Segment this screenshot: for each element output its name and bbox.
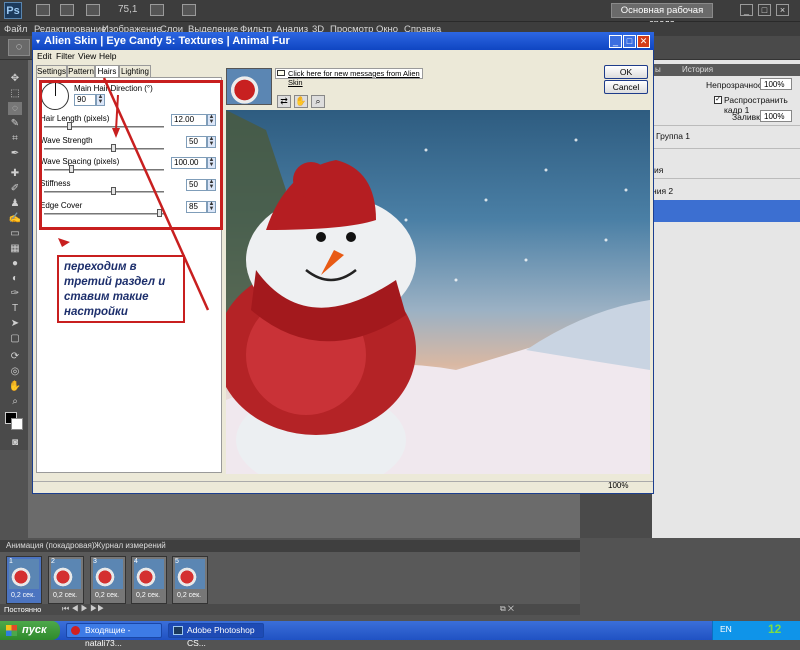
frame-thumbnail [175,559,205,589]
frame-actions-icon[interactable]: ⧉ ✕ [500,604,514,614]
language-indicator[interactable]: EN [720,624,732,634]
frame-delay[interactable]: 0,2 сек. [177,592,201,599]
frame-number: 3 [93,558,97,565]
task-inbox[interactable]: Входящие - natali73... [66,623,162,648]
animation-frame[interactable]: 4 0,2 сек. [131,556,167,604]
animation-frame[interactable]: 2 0,2 сек. [48,556,84,604]
tab-animation[interactable]: Анимация (покадровая) [6,541,95,550]
annotation-text: переходим в третий раздел и ставим такие… [64,261,166,318]
frame-thumbnail [93,559,123,589]
frame-delay[interactable]: 0,2 сек. [11,592,35,599]
clock[interactable]: 12 [768,622,781,636]
frame-thumbnail [134,559,164,589]
frame-delay[interactable]: 0,2 сек. [95,592,119,599]
frame-number: 5 [175,558,179,565]
frame-thumbnail [9,559,39,589]
opera-icon [71,626,80,635]
tab-measurement-log[interactable]: Журнал измерений [94,541,166,550]
animation-frame[interactable]: 1 0,2 сек. [6,556,42,604]
frame-delay[interactable]: 0,2 сек. [53,592,77,599]
playback-controls-icon[interactable]: ⏮ ◀ ▶ ▶▶ [62,604,104,614]
frame-number: 4 [134,558,138,565]
frame-number: 2 [51,558,55,565]
animation-frame[interactable]: 5 0,2 сек. [172,556,208,604]
photoshop-task-icon [173,626,183,635]
windows-flag-icon [6,625,17,636]
animation-frame[interactable]: 3 0,2 сек. [90,556,126,604]
loop-select[interactable]: Постоянно [4,605,41,614]
frame-delay[interactable]: 0,2 сек. [136,592,160,599]
frame-thumbnail [51,559,81,589]
frame-number: 1 [9,558,13,565]
